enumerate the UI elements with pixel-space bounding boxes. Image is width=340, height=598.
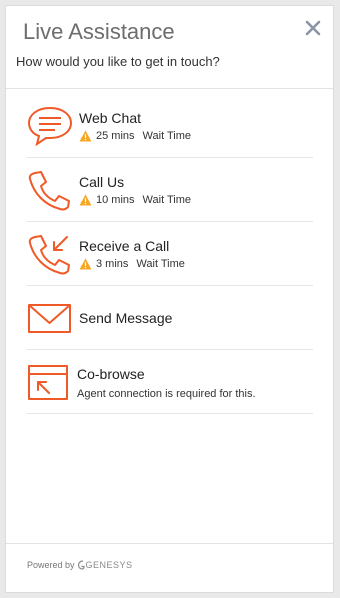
wait-time: 3 mins Wait Time [79, 258, 185, 270]
powered-by: Powered by GENESYS [27, 560, 133, 570]
option-send-message[interactable]: Send Message [27, 286, 313, 350]
genesys-logo-icon [77, 560, 85, 570]
phone-icon [27, 169, 73, 211]
option-label: Receive a Call [79, 238, 170, 254]
panel-header: Live Assistance How would you like to ge… [6, 6, 333, 89]
wait-mins: 10 mins [96, 194, 135, 206]
option-label: Call Us [79, 174, 125, 190]
genesys-logo[interactable]: GENESYS [77, 560, 133, 570]
chat-bubble-icon [27, 105, 73, 147]
option-co-browse[interactable]: Co-browse Agent connection is required f… [27, 350, 313, 414]
warning-icon [79, 258, 92, 270]
genesys-brand-text: GENESYS [85, 560, 133, 570]
powered-by-label: Powered by [27, 560, 75, 570]
wait-label: Wait Time [136, 258, 185, 270]
option-label: Co-browse [77, 366, 145, 382]
warning-icon [79, 130, 92, 142]
phone-incoming-icon [27, 233, 73, 275]
cobrowse-icon [27, 361, 73, 403]
live-assistance-panel: Live Assistance How would you like to ge… [5, 5, 334, 593]
wait-mins: 25 mins [96, 130, 135, 142]
option-label: Web Chat [79, 110, 141, 126]
warning-icon [79, 194, 92, 206]
close-icon[interactable] [303, 18, 323, 38]
envelope-icon [27, 297, 73, 339]
option-web-chat[interactable]: Web Chat 25 mins Wait Time [27, 94, 313, 158]
option-note: Agent connection is required for this. [77, 388, 256, 400]
panel-subtitle: How would you like to get in touch? [16, 54, 220, 69]
wait-time: 25 mins Wait Time [79, 130, 191, 142]
wait-label: Wait Time [142, 130, 192, 142]
option-receive-call[interactable]: Receive a Call 3 mins Wait Time [27, 222, 313, 286]
wait-label: Wait Time [142, 194, 192, 206]
panel-title: Live Assistance [23, 19, 175, 44]
option-call-us[interactable]: Call Us 10 mins Wait Time [27, 158, 313, 222]
option-label: Send Message [79, 310, 173, 326]
wait-time: 10 mins Wait Time [79, 194, 191, 206]
wait-mins: 3 mins [96, 258, 129, 270]
contact-options-list: Web Chat 25 mins Wait Time Call Us 10 mi… [27, 94, 313, 414]
panel-footer: Powered by GENESYS [6, 543, 333, 592]
